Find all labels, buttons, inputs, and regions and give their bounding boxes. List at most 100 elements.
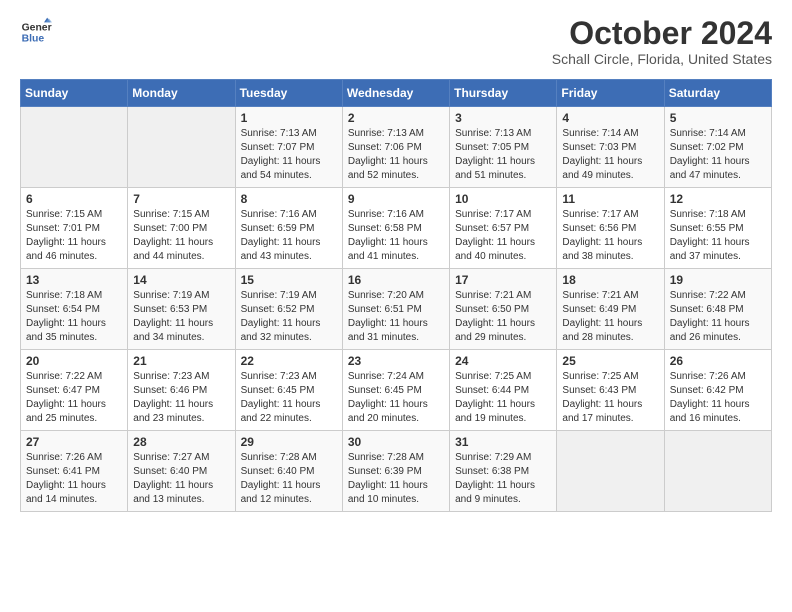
calendar-cell: 15 Sunrise: 7:19 AM Sunset: 6:52 PM Dayli… <box>235 269 342 350</box>
calendar-week-1: 1Sunrise: 7:13 AM Sunset: 7:07 PM Daylig… <box>21 107 772 188</box>
calendar-cell: 29 Sunrise: 7:28 AM Sunset: 6:40 PM Dayli… <box>235 431 342 512</box>
day-info: Sunrise: 7:13 AM Sunset: 7:06 PM Dayligh… <box>348 127 444 183</box>
logo: General Blue <box>20 16 52 48</box>
calendar-cell: 27 Sunrise: 7:26 AM Sunset: 6:41 PM Dayli… <box>21 431 128 512</box>
calendar-cell: 20Sunrise: 7:22 AM Sunset: 6:47 PM Dayli… <box>21 350 128 431</box>
day-number: 15 <box>241 273 337 287</box>
weekday-header-saturday: Saturday <box>664 80 771 107</box>
day-number: 10 <box>455 192 551 206</box>
calendar-cell: 26 Sunrise: 7:26 AM Sunset: 6:42 PM Dayli… <box>664 350 771 431</box>
day-info: Sunrise: 7:18 AM Sunset: 6:55 PM Dayligh… <box>670 208 766 264</box>
day-number: 24 <box>455 354 551 368</box>
day-info: Sunrise: 7:18 AM Sunset: 6:54 PM Dayligh… <box>26 289 122 345</box>
day-info: Sunrise: 7:22 AM Sunset: 6:48 PM Dayligh… <box>670 289 766 345</box>
calendar-cell: 12 Sunrise: 7:18 AM Sunset: 6:55 PM Dayli… <box>664 188 771 269</box>
day-info: Sunrise: 7:21 AM Sunset: 6:49 PM Dayligh… <box>562 289 658 345</box>
day-info: Sunrise: 7:17 AM Sunset: 6:56 PM Dayligh… <box>562 208 658 264</box>
day-info: Sunrise: 7:15 AM Sunset: 7:00 PM Dayligh… <box>133 208 229 264</box>
day-number: 25 <box>562 354 658 368</box>
calendar-cell: 2Sunrise: 7:13 AM Sunset: 7:06 PM Daylig… <box>342 107 449 188</box>
weekday-header-sunday: Sunday <box>21 80 128 107</box>
calendar-week-3: 13 Sunrise: 7:18 AM Sunset: 6:54 PM Dayli… <box>21 269 772 350</box>
day-info: Sunrise: 7:14 AM Sunset: 7:02 PM Dayligh… <box>670 127 766 183</box>
calendar-cell: 4 Sunrise: 7:14 AM Sunset: 7:03 PM Daylig… <box>557 107 664 188</box>
calendar-cell: 1Sunrise: 7:13 AM Sunset: 7:07 PM Daylig… <box>235 107 342 188</box>
calendar-header: SundayMondayTuesdayWednesdayThursdayFrid… <box>21 80 772 107</box>
weekday-header-thursday: Thursday <box>450 80 557 107</box>
day-info: Sunrise: 7:14 AM Sunset: 7:03 PM Dayligh… <box>562 127 658 183</box>
calendar-cell: 10 Sunrise: 7:17 AM Sunset: 6:57 PM Dayli… <box>450 188 557 269</box>
day-info: Sunrise: 7:20 AM Sunset: 6:51 PM Dayligh… <box>348 289 444 345</box>
calendar-cell: 25 Sunrise: 7:25 AM Sunset: 6:43 PM Dayli… <box>557 350 664 431</box>
calendar-cell: 31 Sunrise: 7:29 AM Sunset: 6:38 PM Dayli… <box>450 431 557 512</box>
svg-text:Blue: Blue <box>22 34 45 45</box>
calendar-cell: 5 Sunrise: 7:14 AM Sunset: 7:02 PM Daylig… <box>664 107 771 188</box>
location: Schall Circle, Florida, United States <box>552 51 772 67</box>
calendar-cell: 18 Sunrise: 7:21 AM Sunset: 6:49 PM Dayli… <box>557 269 664 350</box>
day-info: Sunrise: 7:16 AM Sunset: 6:59 PM Dayligh… <box>241 208 337 264</box>
calendar-cell: 17Sunrise: 7:21 AM Sunset: 6:50 PM Dayli… <box>450 269 557 350</box>
calendar-cell: 3Sunrise: 7:13 AM Sunset: 7:05 PM Daylig… <box>450 107 557 188</box>
day-number: 16 <box>348 273 444 287</box>
day-info: Sunrise: 7:23 AM Sunset: 6:45 PM Dayligh… <box>241 370 337 426</box>
day-number: 23 <box>348 354 444 368</box>
day-info: Sunrise: 7:22 AM Sunset: 6:47 PM Dayligh… <box>26 370 122 426</box>
day-info: Sunrise: 7:19 AM Sunset: 6:53 PM Dayligh… <box>133 289 229 345</box>
calendar-body: 1Sunrise: 7:13 AM Sunset: 7:07 PM Daylig… <box>21 107 772 512</box>
day-number: 28 <box>133 435 229 449</box>
calendar-cell <box>557 431 664 512</box>
day-number: 27 <box>26 435 122 449</box>
day-number: 19 <box>670 273 766 287</box>
day-number: 4 <box>562 111 658 125</box>
day-info: Sunrise: 7:15 AM Sunset: 7:01 PM Dayligh… <box>26 208 122 264</box>
day-info: Sunrise: 7:26 AM Sunset: 6:41 PM Dayligh… <box>26 451 122 507</box>
day-number: 29 <box>241 435 337 449</box>
day-info: Sunrise: 7:29 AM Sunset: 6:38 PM Dayligh… <box>455 451 551 507</box>
month-title: October 2024 <box>552 16 772 51</box>
day-info: Sunrise: 7:28 AM Sunset: 6:39 PM Dayligh… <box>348 451 444 507</box>
day-info: Sunrise: 7:28 AM Sunset: 6:40 PM Dayligh… <box>241 451 337 507</box>
day-number: 7 <box>133 192 229 206</box>
day-number: 11 <box>562 192 658 206</box>
day-info: Sunrise: 7:25 AM Sunset: 6:44 PM Dayligh… <box>455 370 551 426</box>
day-info: Sunrise: 7:25 AM Sunset: 6:43 PM Dayligh… <box>562 370 658 426</box>
calendar-cell: 23Sunrise: 7:24 AM Sunset: 6:45 PM Dayli… <box>342 350 449 431</box>
calendar-cell: 24 Sunrise: 7:25 AM Sunset: 6:44 PM Dayli… <box>450 350 557 431</box>
calendar-cell: 16 Sunrise: 7:20 AM Sunset: 6:51 PM Dayli… <box>342 269 449 350</box>
day-info: Sunrise: 7:16 AM Sunset: 6:58 PM Dayligh… <box>348 208 444 264</box>
calendar-cell: 8 Sunrise: 7:16 AM Sunset: 6:59 PM Daylig… <box>235 188 342 269</box>
calendar-week-4: 20Sunrise: 7:22 AM Sunset: 6:47 PM Dayli… <box>21 350 772 431</box>
calendar-cell <box>664 431 771 512</box>
page-header: General Blue October 2024 Schall Circle,… <box>20 16 772 67</box>
day-info: Sunrise: 7:26 AM Sunset: 6:42 PM Dayligh… <box>670 370 766 426</box>
day-info: Sunrise: 7:27 AM Sunset: 6:40 PM Dayligh… <box>133 451 229 507</box>
day-info: Sunrise: 7:13 AM Sunset: 7:07 PM Dayligh… <box>241 127 337 183</box>
day-number: 22 <box>241 354 337 368</box>
day-number: 26 <box>670 354 766 368</box>
day-number: 6 <box>26 192 122 206</box>
day-number: 13 <box>26 273 122 287</box>
day-number: 18 <box>562 273 658 287</box>
day-info: Sunrise: 7:21 AM Sunset: 6:50 PM Dayligh… <box>455 289 551 345</box>
calendar-week-5: 27 Sunrise: 7:26 AM Sunset: 6:41 PM Dayli… <box>21 431 772 512</box>
day-number: 31 <box>455 435 551 449</box>
day-number: 21 <box>133 354 229 368</box>
calendar-cell: 22 Sunrise: 7:23 AM Sunset: 6:45 PM Dayli… <box>235 350 342 431</box>
day-info: Sunrise: 7:23 AM Sunset: 6:46 PM Dayligh… <box>133 370 229 426</box>
weekday-header-friday: Friday <box>557 80 664 107</box>
calendar-cell <box>21 107 128 188</box>
day-info: Sunrise: 7:17 AM Sunset: 6:57 PM Dayligh… <box>455 208 551 264</box>
weekday-header-tuesday: Tuesday <box>235 80 342 107</box>
day-number: 30 <box>348 435 444 449</box>
day-number: 14 <box>133 273 229 287</box>
calendar-cell: 6 Sunrise: 7:15 AM Sunset: 7:01 PM Daylig… <box>21 188 128 269</box>
day-info: Sunrise: 7:19 AM Sunset: 6:52 PM Dayligh… <box>241 289 337 345</box>
weekday-header-wednesday: Wednesday <box>342 80 449 107</box>
day-number: 12 <box>670 192 766 206</box>
day-number: 8 <box>241 192 337 206</box>
title-block: October 2024 Schall Circle, Florida, Uni… <box>552 16 772 67</box>
calendar-cell: 28 Sunrise: 7:27 AM Sunset: 6:40 PM Dayli… <box>128 431 235 512</box>
logo-icon: General Blue <box>20 16 52 48</box>
day-number: 5 <box>670 111 766 125</box>
day-number: 3 <box>455 111 551 125</box>
